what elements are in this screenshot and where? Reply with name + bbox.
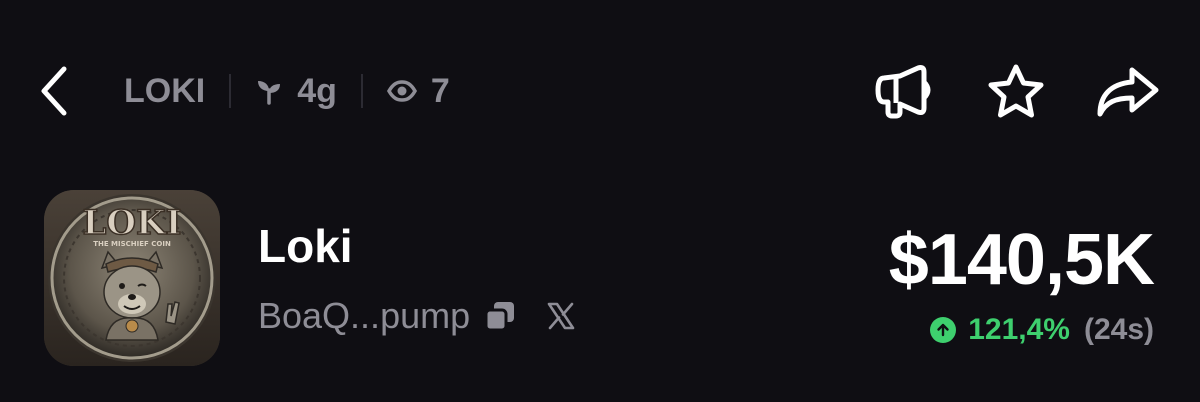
ticker-label: LOKI bbox=[124, 71, 206, 110]
divider bbox=[360, 74, 363, 108]
age-label: 4g bbox=[297, 71, 337, 110]
price-change: 121,4% (24s) bbox=[889, 310, 1154, 350]
coin-title: LOKI bbox=[83, 203, 182, 243]
sprout-icon bbox=[255, 77, 283, 105]
coin-logo-image: LOKI THE MISCHIEF COIN bbox=[44, 190, 220, 366]
address-row: BoaQ...pump bbox=[258, 294, 578, 338]
back-button[interactable] bbox=[30, 62, 78, 120]
contract-address: BoaQ...pump bbox=[258, 295, 471, 336]
x-logo-icon bbox=[547, 302, 575, 330]
coin-subtitle: THE MISCHIEF COIN bbox=[93, 240, 171, 248]
chevron-left-icon bbox=[41, 66, 67, 116]
favorite-button[interactable] bbox=[984, 60, 1048, 124]
divider bbox=[229, 74, 232, 108]
header-actions bbox=[872, 60, 1160, 124]
copy-address-button[interactable] bbox=[482, 298, 518, 334]
change-percent: 121,4% bbox=[968, 313, 1070, 346]
promote-button[interactable] bbox=[872, 60, 936, 124]
token-info: Loki BoaQ...pump bbox=[258, 218, 578, 338]
copy-icon bbox=[484, 302, 515, 332]
watchers-count: 7 bbox=[430, 71, 450, 110]
token-avatar: LOKI THE MISCHIEF COIN bbox=[44, 190, 220, 366]
price-block: $140,5K 121,4% (24s) bbox=[888, 220, 1155, 350]
market-cap-value: $140,5K bbox=[888, 220, 1155, 300]
megaphone-icon bbox=[875, 65, 931, 119]
top-bar: LOKI 4g 7 bbox=[0, 0, 1200, 180]
share-button[interactable] bbox=[1096, 60, 1160, 124]
token-meta: LOKI 4g 7 bbox=[124, 66, 450, 116]
x-link-button[interactable] bbox=[544, 299, 578, 333]
star-icon bbox=[988, 64, 1044, 118]
change-period: (24s) bbox=[1083, 313, 1154, 346]
token-name: Loki bbox=[258, 220, 353, 272]
eye-icon bbox=[386, 80, 417, 102]
share-icon bbox=[1097, 67, 1159, 117]
arrow-up-circle-icon bbox=[930, 317, 957, 343]
